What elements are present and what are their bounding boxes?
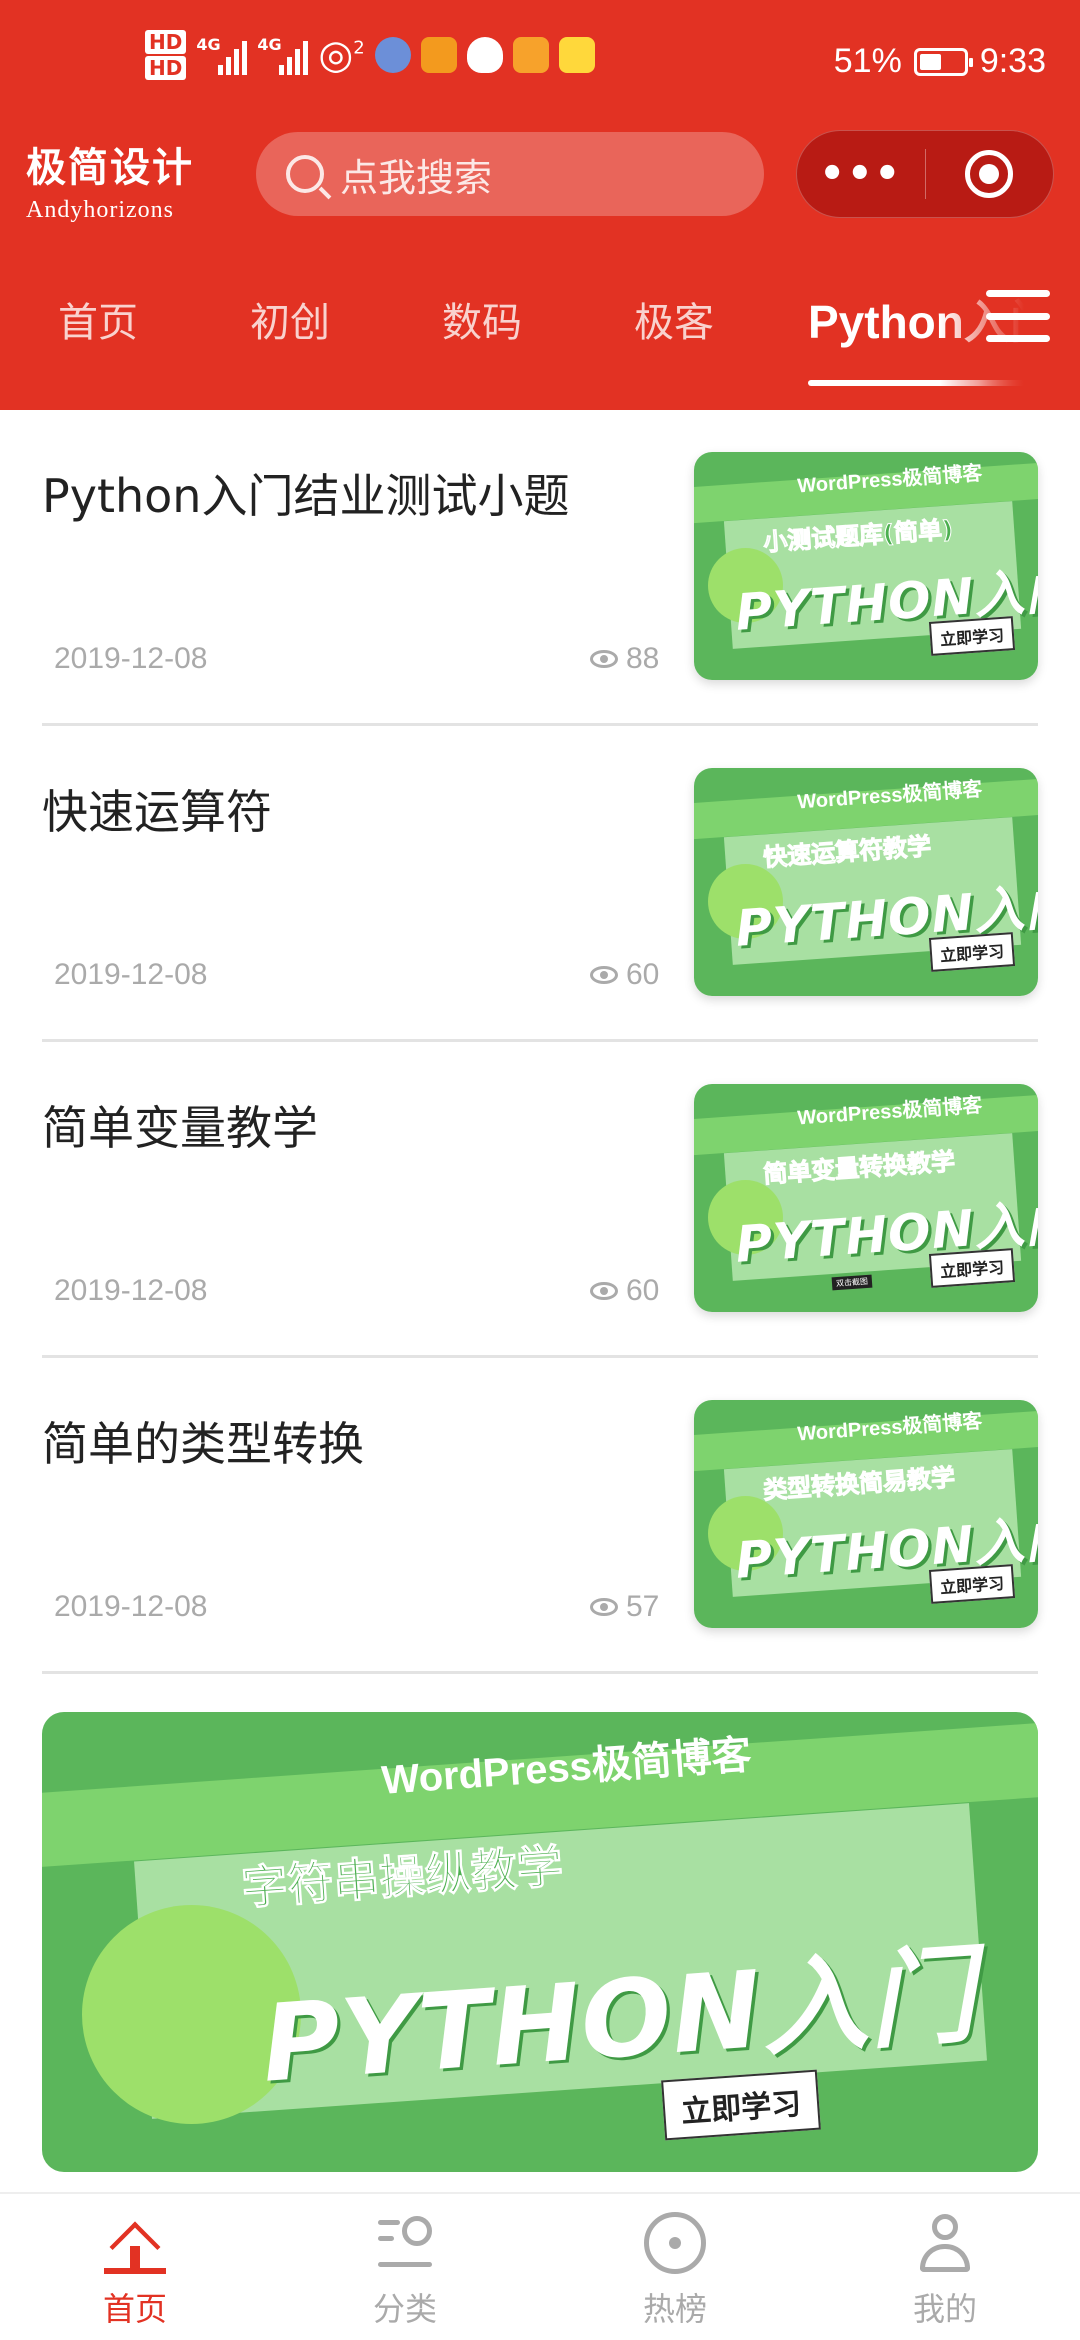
app-notification-icon (420, 37, 457, 73)
menu-icon[interactable] (986, 290, 1050, 342)
category-icon (374, 2212, 436, 2274)
tab-digital[interactable]: 数码 (442, 290, 522, 348)
article-views: 88 (590, 642, 659, 676)
battery-icon (913, 47, 973, 76)
nav-label: 分类 (372, 2290, 437, 2328)
miniprogram-capsule: ••• (796, 130, 1054, 218)
thumb-cta: 立即学习 (928, 1247, 1016, 1288)
hd-badges: HD HD (145, 30, 187, 80)
tab-home[interactable]: 首页 (58, 290, 138, 348)
thumb-cta: 立即学习 (928, 615, 1016, 656)
video-app-icon (512, 37, 549, 73)
tab-startup[interactable]: 初创 (250, 290, 330, 348)
article-title: 简单的类型转换 (42, 1417, 364, 1471)
article-list: Python入门结业测试小题 2019-12-08 88 WordPress极简… (42, 410, 1038, 1674)
article-thumbnail[interactable]: WordPress极简博客 快速运算符教学 PYTHON入门 立即学习 (694, 768, 1038, 996)
category-tabs: 首页 初创 数码 极客 Python入门 (0, 270, 1080, 390)
brand-subtitle: Andyhorizons (26, 197, 174, 223)
tab-geek[interactable]: 极客 (634, 290, 714, 348)
nav-label: 我的 (912, 2290, 977, 2328)
battery-percent: 51% (833, 42, 902, 80)
article-date: 2019-12-08 (54, 1274, 208, 1307)
status-icons: HD HD 4G 4G ◎2 (145, 30, 595, 80)
signal-icon: 4G (257, 35, 309, 75)
search-bar[interactable]: 点我搜索 (256, 132, 764, 216)
more-options-button[interactable]: ••• (797, 151, 925, 197)
search-icon (286, 155, 324, 193)
signal-icon: 4G (196, 35, 248, 75)
thumb-cta: 立即学习 (928, 1563, 1016, 1604)
article-views: 57 (590, 1590, 659, 1624)
status-right: 51% 9:33 (834, 42, 1046, 81)
nav-category[interactable]: 分类 (325, 2212, 485, 2330)
view-count: 60 (626, 1274, 660, 1307)
article-item[interactable]: 快速运算符 2019-12-08 60 WordPress极简博客 快速运算符教… (42, 726, 1038, 1042)
app-notification-icon (558, 37, 595, 73)
article-thumbnail[interactable]: WordPress极简博客 小测试题库(简单) PYTHON入门 立即学习 (694, 452, 1038, 680)
hd-label: HD (145, 56, 187, 80)
article-thumbnail[interactable]: WordPress极简博客 类型转换简易教学 PYTHON入门 立即学习 (694, 1400, 1038, 1628)
thumb-note: 双击截图 (831, 1274, 872, 1291)
view-count: 57 (626, 1590, 660, 1623)
home-icon (104, 2212, 166, 2274)
article-item[interactable]: 简单的类型转换 2019-12-08 57 WordPress极简博客 类型转换… (42, 1358, 1038, 1674)
nav-label: 首页 (102, 2290, 167, 2328)
search-placeholder: 点我搜索 (340, 155, 493, 200)
article-title: 简单变量教学 (42, 1101, 318, 1155)
eye-icon (590, 1282, 618, 1300)
article-views: 60 (590, 1274, 659, 1308)
article-thumbnail[interactable]: WordPress极简博客 简单变量转换教学 PYTHON入门 双击截图 立即学… (694, 1084, 1038, 1312)
hotspot-icon: ◎2 (318, 32, 365, 78)
hd-label: HD (145, 30, 187, 54)
article-item[interactable]: Python入门结业测试小题 2019-12-08 88 WordPress极简… (42, 410, 1038, 726)
article-views: 60 (590, 958, 659, 992)
qq-icon (466, 37, 503, 73)
eye-icon (590, 650, 618, 668)
featured-article-banner[interactable]: WordPress极简博客 字符串操纵教学 PYTHON入门 立即学习 (42, 1712, 1038, 2172)
close-miniprogram-button[interactable] (926, 150, 1054, 198)
hotspot-count: 2 (353, 37, 365, 59)
nav-label: 热榜 (642, 2290, 707, 2328)
profile-icon (914, 2212, 976, 2274)
status-bar: HD HD 4G 4G ◎2 51% 9:33 (0, 0, 1080, 130)
nav-home[interactable]: 首页 (55, 2212, 215, 2330)
network-label: 4G (257, 35, 282, 54)
view-count: 88 (626, 642, 660, 675)
article-title: 快速运算符 (42, 785, 272, 839)
hot-icon (644, 2212, 706, 2274)
article-title: Python入门结业测试小题 (42, 469, 570, 523)
brand-logo[interactable]: 极简设计 Andyhorizons (26, 135, 194, 224)
article-date: 2019-12-08 (54, 958, 208, 991)
thumb-cta: 立即学习 (928, 931, 1016, 972)
bottom-nav: 首页 分类 热榜 我的 (0, 2192, 1080, 2340)
target-icon (965, 150, 1014, 198)
eye-icon (590, 966, 618, 984)
app-notification-icon (374, 37, 411, 73)
banner-cta: 立即学习 (660, 2069, 821, 2141)
article-item[interactable]: 简单变量教学 2019-12-08 60 WordPress极简博客 简单变量转… (42, 1042, 1038, 1358)
clock: 9:33 (979, 42, 1046, 80)
brand-name: 极简设计 (26, 145, 194, 191)
network-label: 4G (196, 35, 221, 54)
app-header: HD HD 4G 4G ◎2 51% 9:33 极简设计 Andyhorizon… (0, 0, 1080, 410)
article-date: 2019-12-08 (54, 1590, 208, 1623)
view-count: 60 (626, 958, 660, 991)
article-date: 2019-12-08 (54, 642, 208, 675)
nav-hot[interactable]: 热榜 (595, 2212, 755, 2330)
nav-profile[interactable]: 我的 (865, 2212, 1025, 2330)
eye-icon (590, 1598, 618, 1616)
